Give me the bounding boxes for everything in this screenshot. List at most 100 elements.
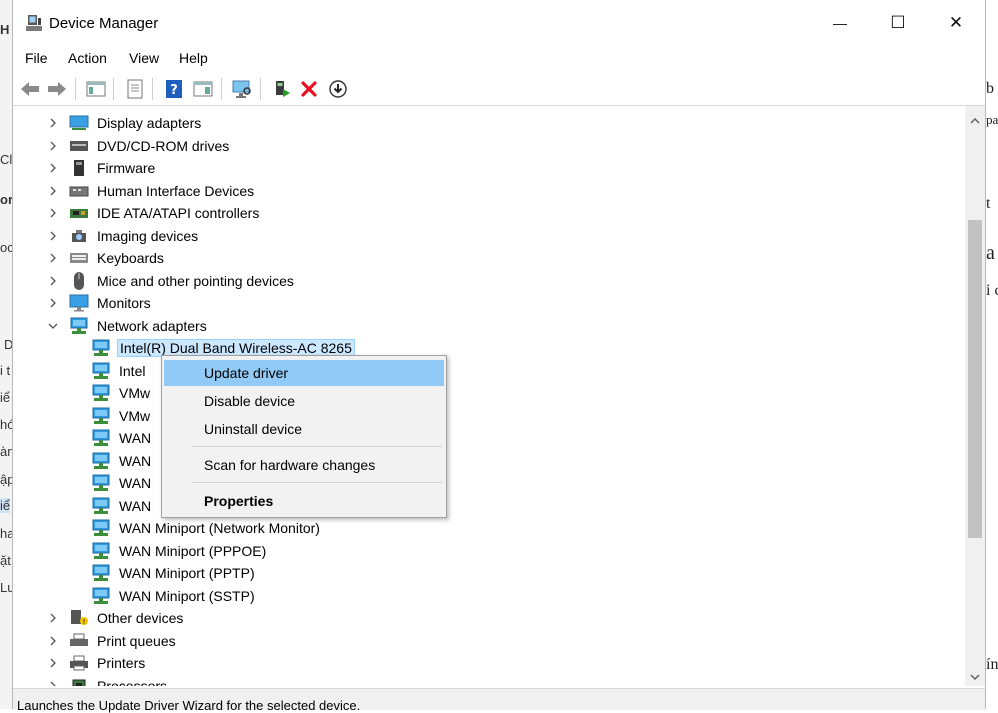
tree-item-label: Processors bbox=[97, 677, 168, 687]
chevron-right-icon[interactable] bbox=[47, 230, 59, 242]
chevron-down-icon bbox=[970, 674, 980, 681]
chevron-right-icon[interactable] bbox=[47, 252, 59, 264]
tree-item-label: Human Interface Devices bbox=[97, 182, 255, 199]
tree-item-processors[interactable]: Processors bbox=[47, 675, 169, 687]
download-button[interactable] bbox=[326, 77, 350, 101]
tree-item-wan-miniport-network-monitor[interactable]: WAN Miniport (Network Monitor) bbox=[91, 517, 322, 539]
tree-item-label: Mice and other pointing devices bbox=[97, 272, 294, 289]
tree-item-wan[interactable]: WAN bbox=[91, 450, 153, 472]
bg-fragment: ặt bbox=[0, 553, 11, 568]
close-button[interactable]: ✕ bbox=[927, 0, 985, 46]
back-button[interactable] bbox=[18, 77, 42, 101]
chevron-right-icon[interactable] bbox=[47, 635, 59, 647]
toolbar-separator bbox=[113, 78, 114, 100]
chevron-right-icon[interactable] bbox=[47, 657, 59, 669]
menu-help[interactable]: Help bbox=[179, 50, 208, 66]
help-button[interactable]: ? bbox=[162, 77, 186, 101]
tree-item-wan[interactable]: WAN bbox=[91, 472, 153, 494]
action-pane-button[interactable] bbox=[191, 77, 215, 101]
chevron-right-icon[interactable] bbox=[47, 185, 59, 197]
scroll-thumb[interactable] bbox=[968, 220, 982, 538]
tree-item-print-queues[interactable]: Print queues bbox=[47, 630, 178, 652]
bg-fragment: H bbox=[0, 22, 10, 37]
properties-sheet-button[interactable] bbox=[123, 77, 147, 101]
menu-item-uninstall-device[interactable]: Uninstall device bbox=[164, 416, 444, 442]
tree-item-printers[interactable]: Printers bbox=[47, 652, 147, 674]
tree-item-intel[interactable]: Intel bbox=[91, 360, 147, 382]
display-adapter-icon bbox=[69, 114, 89, 132]
bg-fragment: Cli bbox=[0, 152, 12, 167]
chevron-up-icon bbox=[970, 117, 980, 124]
minimize-button[interactable]: — bbox=[811, 0, 869, 46]
network-adapter-icon bbox=[91, 474, 111, 492]
menu-item-properties[interactable]: Properties bbox=[164, 488, 444, 514]
toolbar-separator bbox=[152, 78, 153, 100]
svg-text:?: ? bbox=[170, 83, 178, 98]
tree-item-human-interface-devices[interactable]: Human Interface Devices bbox=[47, 180, 256, 202]
uninstall-device-button[interactable] bbox=[297, 77, 321, 101]
tree-item-network-adapters[interactable]: Network adapters bbox=[47, 315, 209, 337]
tree-item-ide-ata-atapi-controllers[interactable]: IDE ATA/ATAPI controllers bbox=[47, 202, 261, 224]
chevron-down-icon[interactable] bbox=[47, 320, 59, 332]
maximize-icon: ☐ bbox=[890, 13, 906, 32]
chevron-right-icon[interactable] bbox=[47, 162, 59, 174]
menu-file[interactable]: File bbox=[25, 50, 48, 66]
chevron-right-icon[interactable] bbox=[47, 297, 59, 309]
forward-button[interactable] bbox=[45, 77, 69, 101]
tree-item-label: Monitors bbox=[97, 295, 151, 311]
bg-fragment: t bbox=[986, 195, 991, 212]
scan-hardware-button[interactable] bbox=[230, 77, 254, 101]
menu-bar: File Action View Help bbox=[13, 46, 985, 72]
bg-fragment: àn bbox=[0, 444, 12, 459]
tree-item-label: Intel bbox=[119, 362, 146, 379]
tree-item-dvd-cd-rom-drives[interactable]: DVD/CD-ROM drives bbox=[47, 135, 231, 157]
chevron-right-icon[interactable] bbox=[47, 117, 59, 129]
update-driver-button[interactable] bbox=[270, 77, 294, 101]
chevron-right-icon[interactable] bbox=[47, 680, 59, 686]
scroll-down-button[interactable] bbox=[965, 668, 985, 686]
bg-fragment: a bbox=[986, 242, 995, 264]
device-tree[interactable]: Display adapters DVD/CD-ROM drives Firmwar… bbox=[13, 106, 965, 686]
chevron-right-icon[interactable] bbox=[47, 275, 59, 287]
status-bar: Launches the Update Driver Wizard for th… bbox=[13, 688, 985, 713]
tree-item-label: Display adapters bbox=[97, 115, 202, 131]
title-bar[interactable]: Device Manager — ☐ ✕ bbox=[13, 0, 985, 46]
processor-icon bbox=[69, 677, 89, 686]
menu-item-update-driver[interactable]: Update driver bbox=[164, 360, 444, 386]
scroll-up-button[interactable] bbox=[965, 112, 985, 130]
menu-item-scan-hardware[interactable]: Scan for hardware changes bbox=[164, 452, 444, 478]
update-driver-icon bbox=[276, 81, 290, 97]
tree-item-wan-miniport-sstp[interactable]: WAN Miniport (SSTP) bbox=[91, 585, 257, 607]
tree-item-imaging-devices[interactable]: Imaging devices bbox=[47, 225, 200, 247]
tree-item-other-devices[interactable]: ! Other devices bbox=[47, 607, 185, 629]
bg-fragment: iể bbox=[0, 498, 11, 513]
network-adapter-icon bbox=[91, 519, 111, 537]
tree-item-wan-miniport-pptp[interactable]: WAN Miniport (PPTP) bbox=[91, 562, 257, 584]
chevron-right-icon[interactable] bbox=[47, 207, 59, 219]
tree-item-mice-and-other-pointing-devices[interactable]: Mice and other pointing devices bbox=[47, 270, 296, 292]
toolbar-separator bbox=[75, 78, 76, 100]
tree-item-firmware[interactable]: Firmware bbox=[47, 157, 157, 179]
tree-item-display-adapters[interactable]: Display adapters bbox=[47, 112, 203, 134]
show-hide-console-tree-button[interactable] bbox=[84, 77, 108, 101]
menu-view[interactable]: View bbox=[129, 50, 159, 66]
chevron-right-icon[interactable] bbox=[47, 612, 59, 624]
vertical-scrollbar[interactable] bbox=[965, 106, 985, 686]
printer-icon bbox=[69, 654, 89, 672]
tree-item-vmw[interactable]: VMw bbox=[91, 382, 152, 404]
menu-action[interactable]: Action bbox=[68, 50, 107, 66]
tree-item-wan-miniport-pppoe[interactable]: WAN Miniport (PPPOE) bbox=[91, 540, 268, 562]
tree-item-monitors[interactable]: Monitors bbox=[47, 292, 153, 314]
bg-fragment: ha bbox=[0, 526, 12, 541]
maximize-button[interactable]: ☐ bbox=[869, 0, 927, 46]
tree-item-wan[interactable]: WAN bbox=[91, 495, 153, 517]
menu-item-disable-device[interactable]: Disable device bbox=[164, 388, 444, 414]
chevron-right-icon[interactable] bbox=[47, 140, 59, 152]
tree-item-wan[interactable]: WAN bbox=[91, 427, 153, 449]
tree-item-label: WAN bbox=[119, 430, 152, 446]
bg-fragment: ín bbox=[986, 656, 998, 673]
tree-item-label: WAN Miniport (Network Monitor) bbox=[119, 520, 320, 536]
menu-item-label: Scan for hardware changes bbox=[204, 457, 376, 473]
tree-item-vmw[interactable]: VMw bbox=[91, 405, 152, 427]
tree-item-keyboards[interactable]: Keyboards bbox=[47, 247, 166, 269]
